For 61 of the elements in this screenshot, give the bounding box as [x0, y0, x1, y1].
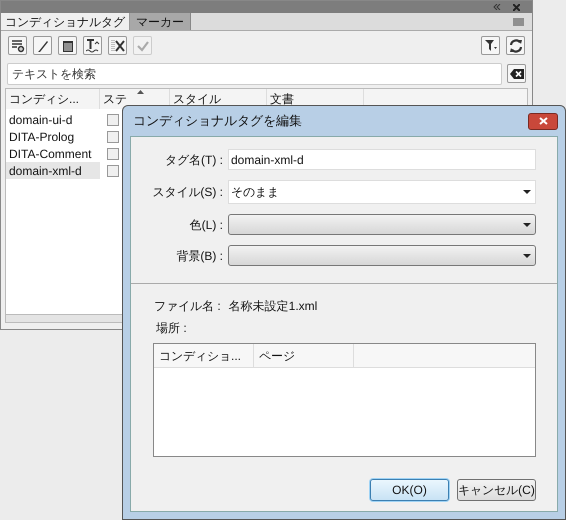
table-row[interactable]: domain-xml-d [6, 162, 100, 179]
dialog-title: コンディショナルタグを編集 [133, 112, 303, 130]
column-header[interactable]: ページ [259, 346, 295, 364]
search-field[interactable]: テキストを検索 [7, 62, 502, 84]
tab[interactable]: マーカー [130, 13, 191, 30]
dropdown-arrow-icon [523, 222, 531, 226]
close-icon[interactable] [513, 4, 520, 10]
column-header[interactable]: コンディシ... [9, 90, 80, 108]
pencil-icon [36, 38, 50, 52]
filter-icon [484, 40, 496, 51]
field-label: タグ名(T) : [164, 152, 223, 168]
dropdown[interactable] [228, 214, 536, 235]
checkbox[interactable] [107, 114, 119, 126]
field-label: 場所 : [156, 320, 187, 337]
dropdown-arrow-icon [523, 190, 531, 194]
toolbar-button[interactable] [108, 36, 127, 55]
column-header[interactable]: 文書 [270, 90, 294, 108]
file-name-value: 名称未設定1.xml [228, 298, 318, 315]
clear-search-button[interactable] [507, 64, 526, 83]
collapse-icon[interactable] [493, 4, 501, 10]
ok-button[interactable]: OK(O) [370, 479, 449, 501]
toolbar-button[interactable] [8, 36, 27, 55]
row-name: domain-ui-d [9, 112, 72, 128]
checkbox[interactable] [107, 148, 119, 160]
table-row[interactable]: domain-ui-d [6, 111, 100, 128]
refresh-icon [508, 38, 522, 52]
field-label: ファイル名 : [154, 298, 221, 315]
toolbar-button[interactable] [58, 36, 77, 55]
table-row[interactable]: DITA-Comment [6, 145, 100, 162]
column-header[interactable]: ステ [103, 90, 127, 108]
remove-icon [110, 38, 124, 52]
refresh-button[interactable] [506, 36, 525, 55]
sort-arrow-icon [137, 90, 144, 94]
checkbox[interactable] [107, 130, 119, 142]
check-icon [136, 38, 150, 52]
field-label: 背景(B) : [175, 248, 223, 264]
close-button[interactable] [528, 112, 558, 130]
checkbox[interactable] [107, 164, 119, 176]
style-dropdown[interactable]: そのまま [228, 180, 536, 204]
toolbar-button[interactable] [83, 36, 102, 55]
column-header[interactable]: スタイル [173, 90, 221, 108]
text-format-icon [86, 38, 100, 52]
row-name: DITA-Prolog [9, 128, 74, 146]
table-row[interactable]: DITA-Prolog [6, 128, 100, 145]
dropdown[interactable] [228, 245, 536, 266]
tab[interactable]: コンディショナルタグ [1, 13, 130, 30]
column-header[interactable]: コンディショ... [159, 346, 242, 364]
field-label: スタイル(S) : [151, 184, 223, 201]
toolbar-button[interactable] [33, 36, 52, 55]
clear-icon [510, 68, 524, 78]
row-name: domain-xml-d [9, 162, 82, 180]
menu-icon[interactable] [513, 18, 524, 26]
filter-button[interactable] [481, 36, 500, 55]
trash-icon [60, 38, 74, 52]
add-icon [10, 38, 24, 52]
field-label: 色(L) : [188, 216, 223, 234]
dropdown-arrow-icon [523, 254, 531, 258]
close-icon [538, 117, 548, 125]
cancel-button[interactable]: キャンセル(C) [457, 479, 536, 501]
row-name: DITA-Comment [9, 146, 92, 162]
name-field[interactable]: domain-xml-d [228, 149, 536, 170]
